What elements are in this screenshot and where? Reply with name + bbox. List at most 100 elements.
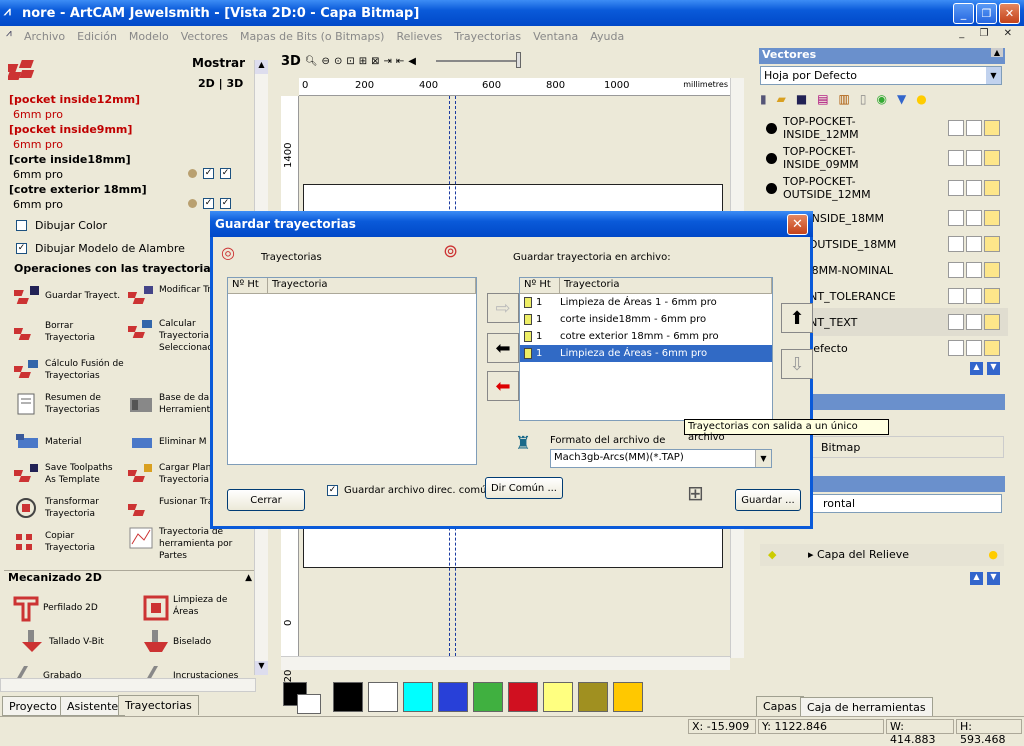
list-item[interactable]: 1 Limpieza de Áreas 1 - 6mm pro [520,294,772,311]
guardar-button[interactable]: Guardar ... [735,489,801,511]
save-list[interactable]: Nº Ht Trayectoria 1 Limpieza de Áreas 1 - … [519,277,773,421]
list-item[interactable]: 1 corte inside18mm - 6mm pro [520,311,772,328]
dibujar-alambre-checkbox[interactable]: ✓ [16,243,27,254]
color-swatch[interactable] [508,682,538,712]
dialog-close-button[interactable]: ✕ [787,214,808,235]
zoom-box-icon[interactable]: ⊞ [359,56,367,67]
light-icon[interactable] [984,210,1000,226]
light-icon[interactable] [984,120,1000,136]
color-swatch[interactable] [438,682,468,712]
expand-icon[interactable]: ▸ [808,548,814,561]
vector-layer-item[interactable]: TOP-POCKET- OUTSIDE_12MM [760,174,1008,202]
open-icon[interactable]: ▰ [777,92,786,110]
light-icon[interactable] [984,150,1000,166]
menu-bitmaps[interactable]: Mapas de Bits (o Bitmaps) [240,30,384,43]
light-icon[interactable] [984,180,1000,196]
guardar-dir-row[interactable]: ✓ Guardar archivo direc. comú [327,485,487,496]
move-up-button[interactable]: ⬆ [781,303,813,333]
add-one-button[interactable]: ⇨ [487,293,519,323]
pen-icon[interactable] [966,288,982,304]
select-icon[interactable]: ⇥ [384,56,392,67]
save-template-tool[interactable]: Save Toolpaths As Template [10,462,126,486]
lock-icon[interactable]: ▯ [860,92,867,110]
toolpath-name[interactable]: [pocket inside12mm] [9,92,147,107]
guardar-dir-checkbox[interactable]: ✓ [327,485,338,496]
visible-checkbox[interactable]: ✓ [203,168,214,179]
zoom-slider[interactable] [435,52,521,68]
toolpath-name[interactable]: [corte inside18mm] [9,152,147,167]
lock-icon[interactable] [948,288,964,304]
remove-one-button[interactable]: ⬅ [487,333,519,363]
pen-icon[interactable] [966,236,982,252]
toolpaths-list[interactable]: Nº Ht Trayectoria [227,277,477,465]
close-window-button[interactable]: ✕ [999,3,1020,24]
pen-icon[interactable] [966,340,982,356]
view-toggle[interactable]: 2D | 3D [198,77,243,90]
lock-icon[interactable] [948,262,964,278]
dibujar-color-row[interactable]: Dibujar Color [16,219,107,232]
tab-asistente[interactable]: Asistente [60,696,126,716]
lock-icon[interactable] [948,236,964,252]
toolpath-name[interactable]: [pocket inside9mm] [9,122,147,137]
move-down-icon[interactable]: ▼ [987,572,1000,585]
vector-layer-item[interactable]: TOP-POCKET- INSIDE_12MM [760,114,1008,142]
view-3d-button[interactable]: 3D [281,54,301,69]
layer-select[interactable]: Hoja por Defecto ▼ [760,66,1002,85]
vector-layer-item[interactable]: TOP-POCKET- INSIDE_09MM [760,144,1008,172]
zoom-in-icon[interactable]: 🔍︎ [305,56,318,67]
resumen-trayectorias-tool[interactable]: Resumen de Trayectorias [14,392,124,416]
color-swatch[interactable] [473,682,503,712]
move-down-icon[interactable]: ▼ [987,362,1000,375]
transformar-trayectoria-tool[interactable]: Transformar Trayectoria [14,496,126,520]
color-swatch[interactable] [403,682,433,712]
pen-icon[interactable] [966,150,982,166]
save-icon[interactable]: ■ [796,92,807,110]
perfilado-2d-tool[interactable]: Perfilado 2D [12,594,122,622]
menu-modelo[interactable]: Modelo [129,30,169,43]
lock-icon[interactable] [948,210,964,226]
canvas-hscrollbar[interactable] [281,656,730,670]
color-swatch[interactable] [543,682,573,712]
pen-icon[interactable] [966,180,982,196]
light-icon[interactable] [984,340,1000,356]
minimize-button[interactable]: _ [953,3,974,24]
pen-icon[interactable] [966,262,982,278]
pen-icon[interactable] [966,120,982,136]
lock-icon[interactable] [948,314,964,330]
move-up-icon[interactable]: ▲ [970,572,983,585]
limpieza-areas-tool[interactable]: Limpieza de Áreas [142,594,252,621]
move-down-button[interactable]: ⇩ [781,349,813,379]
scroll-up-icon[interactable]: ▲ [255,60,268,74]
light-icon[interactable] [984,236,1000,252]
lock-icon[interactable] [948,180,964,196]
menu-ayuda[interactable]: Ayuda [590,30,624,43]
dibujar-alambre-row[interactable]: ✓ Dibujar Modelo de Alambre [16,242,185,255]
zoom-fit-icon[interactable]: ⊠ [371,56,379,67]
back-icon[interactable]: ◀ [408,56,416,67]
tab-trayectorias[interactable]: Trayectorias [118,695,199,715]
measure-icon[interactable]: ⇤ [396,56,404,67]
move-up-icon[interactable]: ▲ [970,362,983,375]
delete-layer-icon[interactable]: ▼ [897,92,906,110]
pen-icon[interactable] [966,314,982,330]
menu-vectores[interactable]: Vectores [181,30,228,43]
tab-caja-herramientas[interactable]: Caja de herramientas [800,697,933,717]
list-item-selected[interactable]: 1 Limpieza de Áreas - 6mm pro [520,345,772,362]
zoom-all-icon[interactable]: ⊡ [346,56,354,67]
tallado-vbit-tool[interactable]: Tallado V-Bit [18,630,128,654]
visible-checkbox[interactable]: ✓ [220,168,231,179]
lock-icon[interactable] [948,120,964,136]
zoom-previous-icon[interactable]: ⊙ [334,56,342,67]
color-icon[interactable]: ◉ [876,92,886,110]
background-color[interactable] [297,694,321,714]
menu-archivo[interactable]: Archivo [24,30,65,43]
collapse-icon[interactable]: ▲ [245,573,252,583]
light-icon[interactable]: ● [916,92,926,110]
vectores-header[interactable]: Vectores ▲ [759,48,1005,64]
borrar-trayectoria-tool[interactable]: Borrar Trayectoria [10,320,114,344]
material-tool[interactable]: Material [14,430,82,454]
lock-icon[interactable] [948,340,964,356]
zoom-out-icon[interactable]: ⊖ [322,56,330,67]
dir-comun-button[interactable]: Dir Común ... [485,477,563,499]
merge-icon[interactable]: ▤ [817,92,828,110]
